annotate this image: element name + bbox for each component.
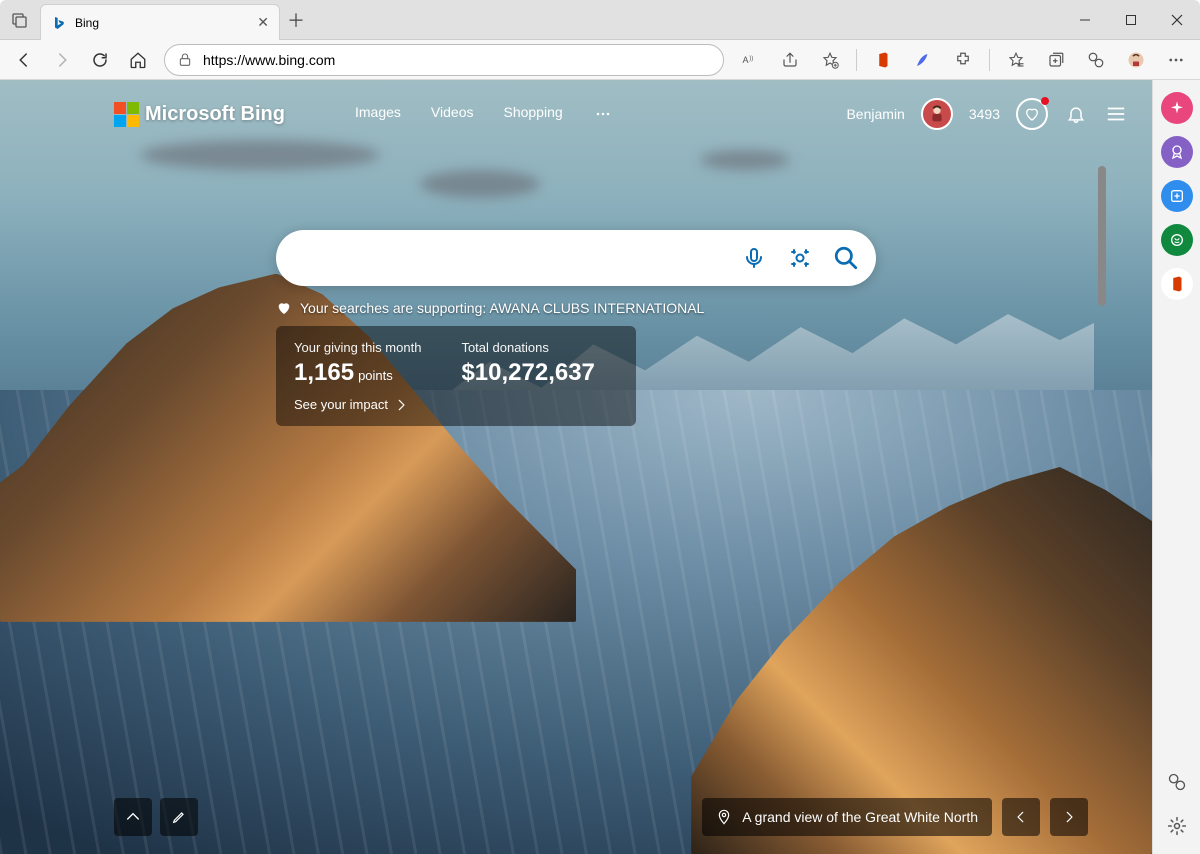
feather-button[interactable] — [905, 44, 941, 76]
window-maximize-button[interactable] — [1108, 0, 1154, 40]
tab-title: Bing — [75, 16, 249, 30]
sidebar-discover-button[interactable] — [1161, 92, 1193, 124]
notifications-button[interactable] — [1064, 102, 1088, 126]
nav-more[interactable] — [593, 104, 613, 124]
prev-image-button[interactable] — [1002, 798, 1040, 836]
svg-text:)): )) — [749, 56, 753, 62]
menu-icon — [1105, 103, 1127, 125]
voice-search-button[interactable] — [736, 240, 772, 276]
bell-icon — [1066, 104, 1086, 124]
refresh-button[interactable] — [82, 44, 118, 76]
pencil-icon — [171, 809, 187, 825]
search-input[interactable] — [300, 249, 726, 267]
read-aloud-button[interactable]: A)) — [732, 44, 768, 76]
tab-actions-button[interactable] — [0, 0, 40, 40]
giving-panel: Your giving this month 1,165points Total… — [276, 326, 636, 426]
address-bar[interactable] — [164, 44, 724, 76]
cloud-decor — [420, 170, 540, 198]
image-caption[interactable]: A grand view of the Great White North — [702, 798, 992, 836]
favorites-list-button[interactable] — [998, 44, 1034, 76]
user-avatar[interactable] — [921, 98, 953, 130]
sidebar-add-button[interactable] — [1161, 766, 1193, 798]
sidebar-office-button[interactable] — [1161, 268, 1193, 300]
toolbar-divider — [856, 49, 857, 71]
share-button[interactable] — [772, 44, 808, 76]
user-name[interactable]: Benjamin — [846, 106, 904, 122]
sidebar-tools-button[interactable] — [1161, 180, 1193, 212]
page-content: Microsoft Bing Images Videos Shopping Be… — [0, 80, 1152, 854]
scrollbar[interactable] — [1098, 166, 1106, 306]
sidebar-rewards-button[interactable] — [1161, 136, 1193, 168]
giving-month-value: 1,165points — [294, 359, 421, 387]
browser-toolbar: A)) — [0, 40, 1200, 80]
chevron-left-icon — [1014, 810, 1028, 824]
chevron-right-icon — [1062, 810, 1076, 824]
office-apps-button[interactable] — [865, 44, 901, 76]
nav-shopping[interactable]: Shopping — [503, 104, 562, 124]
next-image-button[interactable] — [1050, 798, 1088, 836]
hamburger-menu-button[interactable] — [1104, 102, 1128, 126]
rewards-points[interactable]: 3493 — [969, 106, 1000, 122]
more-button[interactable] — [1158, 44, 1194, 76]
url-input[interactable] — [203, 52, 711, 68]
cloud-decor — [140, 140, 380, 170]
image-search-button[interactable] — [782, 240, 818, 276]
customize-button[interactable] — [160, 798, 198, 836]
new-tab-button[interactable]: ＋ — [280, 0, 312, 40]
bing-header: Microsoft Bing Images Videos Shopping Be… — [0, 92, 1152, 136]
impact-label: See your impact — [294, 397, 388, 412]
see-impact-link[interactable]: See your impact — [294, 397, 618, 412]
microsoft-logo-icon — [114, 102, 139, 127]
back-button[interactable] — [6, 44, 42, 76]
expand-button[interactable] — [114, 798, 152, 836]
heart-icon — [276, 300, 292, 316]
bing-logo[interactable]: Microsoft Bing — [114, 102, 285, 127]
donations-button[interactable] — [1016, 98, 1048, 130]
gear-icon — [1167, 816, 1187, 836]
giving-total-label: Total donations — [461, 340, 594, 355]
sidebar-settings-button[interactable] — [1161, 810, 1193, 842]
collections-button[interactable] — [1038, 44, 1074, 76]
titlebar: Bing ✕ ＋ — [0, 0, 1200, 40]
nav-images[interactable]: Images — [355, 104, 401, 124]
history-button[interactable] — [1078, 44, 1114, 76]
tab-close-button[interactable]: ✕ — [257, 14, 269, 31]
forward-button[interactable] — [44, 44, 80, 76]
site-info-icon[interactable] — [177, 52, 193, 68]
svg-text:A: A — [743, 55, 749, 65]
edge-sidebar — [1152, 80, 1200, 854]
giving-total-value: $10,272,637 — [461, 359, 594, 387]
microphone-icon — [742, 246, 766, 270]
chevron-right-icon — [394, 398, 408, 412]
search-area: Your searches are supporting: AWANA CLUB… — [276, 230, 876, 426]
camera-icon — [788, 246, 812, 270]
favorites-button[interactable] — [812, 44, 848, 76]
sidebar-games-button[interactable] — [1161, 224, 1193, 256]
extensions-button[interactable] — [945, 44, 981, 76]
nav-links: Images Videos Shopping — [355, 104, 613, 124]
support-label: Your searches are supporting: AWANA CLUB… — [300, 300, 704, 316]
search-button[interactable] — [828, 240, 864, 276]
giving-month-label: Your giving this month — [294, 340, 421, 355]
home-button[interactable] — [120, 44, 156, 76]
chevron-up-icon — [125, 809, 141, 825]
bing-favicon-icon — [51, 15, 67, 31]
profile-button[interactable] — [1118, 44, 1154, 76]
window-close-button[interactable] — [1154, 0, 1200, 40]
location-icon — [716, 809, 732, 825]
caption-text: A grand view of the Great White North — [742, 809, 978, 825]
search-box[interactable] — [276, 230, 876, 286]
cloud-decor — [700, 150, 790, 170]
search-icon — [833, 245, 859, 271]
browser-tab[interactable]: Bing ✕ — [40, 4, 280, 40]
heart-icon — [1024, 106, 1040, 122]
toolbar-divider — [989, 49, 990, 71]
nav-videos[interactable]: Videos — [431, 104, 474, 124]
support-text[interactable]: Your searches are supporting: AWANA CLUB… — [276, 300, 876, 316]
logo-text: Microsoft Bing — [145, 103, 285, 126]
window-minimize-button[interactable] — [1062, 0, 1108, 40]
